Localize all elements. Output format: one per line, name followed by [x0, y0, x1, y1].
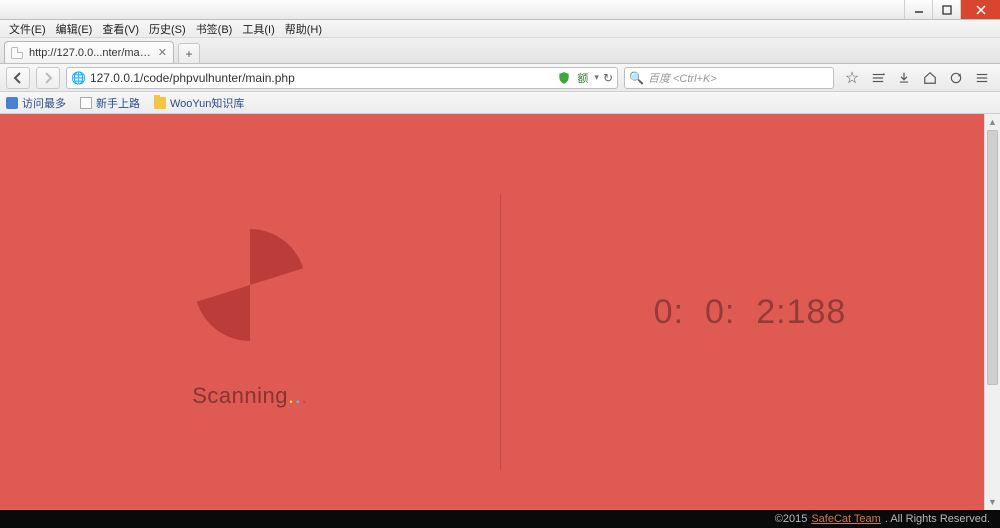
vertical-scrollbar[interactable]: ▲ ▼: [984, 114, 1000, 510]
os-titlebar: [0, 0, 1000, 20]
timer-hours: 0: [654, 293, 674, 331]
menu-help[interactable]: 帮助(H): [280, 21, 327, 37]
menu-file[interactable]: 文件(E): [4, 21, 51, 37]
menu-bookmarks[interactable]: 书签(B): [191, 21, 238, 37]
timer-seconds: 2: [756, 293, 776, 331]
url-text: 127.0.0.1/code/phpvulhunter/main.php: [90, 71, 553, 85]
new-tab-button[interactable]: +: [178, 43, 200, 63]
timer-minutes: 0: [705, 293, 725, 331]
urlbar-dropdown-icon[interactable]: ▾: [594, 72, 599, 83]
bookmarks-bar: 访问最多 新手上路 WooYun知识库: [0, 92, 1000, 114]
browser-tab[interactable]: http://127.0.0...nter/main.php ✕: [4, 41, 174, 63]
spinner-icon: [180, 215, 320, 355]
most-visited-icon: [6, 97, 18, 109]
folder-icon: [154, 97, 166, 109]
sync-icon[interactable]: [948, 70, 964, 86]
timer-panel: 0: 0: 2:188: [500, 114, 1000, 510]
window-close-button[interactable]: [960, 0, 1000, 19]
page-favicon-icon: [11, 47, 23, 59]
downloads-icon[interactable]: [896, 70, 912, 86]
navigation-toolbar: 🌐 127.0.0.1/code/phpvulhunter/main.php 额…: [0, 64, 1000, 92]
reload-icon[interactable]: ↻: [603, 71, 613, 85]
scanning-text: Scanning: [192, 383, 288, 408]
scroll-down-icon[interactable]: ▼: [985, 494, 1000, 510]
bookmark-getting-started[interactable]: 新手上路: [80, 95, 140, 111]
bookmarks-menu-icon[interactable]: [870, 70, 886, 86]
window-minimize-button[interactable]: [904, 0, 932, 19]
menu-history[interactable]: 历史(S): [144, 21, 191, 37]
scanning-label: Scanning...: [192, 383, 308, 409]
search-placeholder: 百度 <Ctrl+K>: [648, 70, 717, 86]
site-identity-icon: 🌐: [71, 71, 86, 85]
scroll-track[interactable]: [985, 130, 1000, 494]
tab-strip: http://127.0.0...nter/main.php ✕ +: [0, 38, 1000, 64]
bookmark-wooyun[interactable]: WooYun知识库: [154, 95, 244, 111]
browser-menu-bar: 文件(E) 编辑(E) 查看(V) 历史(S) 书签(B) 工具(I) 帮助(H…: [0, 20, 1000, 38]
search-box[interactable]: 🔍 百度 <Ctrl+K>: [624, 67, 834, 89]
tab-close-icon[interactable]: ✕: [158, 46, 167, 59]
toolbar-right: ☆: [840, 70, 994, 86]
home-icon[interactable]: [922, 70, 938, 86]
tab-title: http://127.0.0...nter/main.php: [29, 47, 152, 59]
scroll-thumb[interactable]: [987, 130, 998, 385]
bookmark-most-visited[interactable]: 访问最多: [6, 95, 66, 111]
bookmark-star-icon[interactable]: ☆: [844, 70, 860, 86]
forward-button[interactable]: [36, 67, 60, 89]
shield-icon[interactable]: [557, 71, 571, 85]
scroll-up-icon[interactable]: ▲: [985, 114, 1000, 130]
proxy-badge[interactable]: 额: [575, 70, 590, 86]
back-button[interactable]: [6, 67, 30, 89]
footer-rights: . All Rights Reserved.: [885, 513, 990, 525]
url-bar[interactable]: 🌐 127.0.0.1/code/phpvulhunter/main.php 额…: [66, 67, 618, 89]
window-maximize-button[interactable]: [932, 0, 960, 19]
elapsed-timer: 0: 0: 2:188: [654, 293, 847, 332]
bookmark-label: WooYun知识库: [170, 95, 244, 111]
bookmark-label: 新手上路: [96, 95, 140, 111]
footer-copyright: ©2015: [775, 513, 808, 525]
menu-view[interactable]: 查看(V): [97, 21, 144, 37]
page-footer: ©2015 SafeCat Team . All Rights Reserved…: [0, 510, 1000, 528]
search-icon: 🔍: [629, 71, 644, 85]
menu-edit[interactable]: 编辑(E): [51, 21, 98, 37]
scan-panel: Scanning...: [0, 114, 500, 510]
app-menu-icon[interactable]: [974, 70, 990, 86]
footer-team-link[interactable]: SafeCat Team: [811, 513, 881, 525]
timer-ms: 188: [787, 293, 847, 331]
document-icon: [80, 97, 92, 109]
page-content: Scanning... 0: 0: 2:188 ▲ ▼: [0, 114, 1000, 510]
menu-tools[interactable]: 工具(I): [237, 21, 279, 37]
bookmark-label: 访问最多: [22, 95, 66, 111]
